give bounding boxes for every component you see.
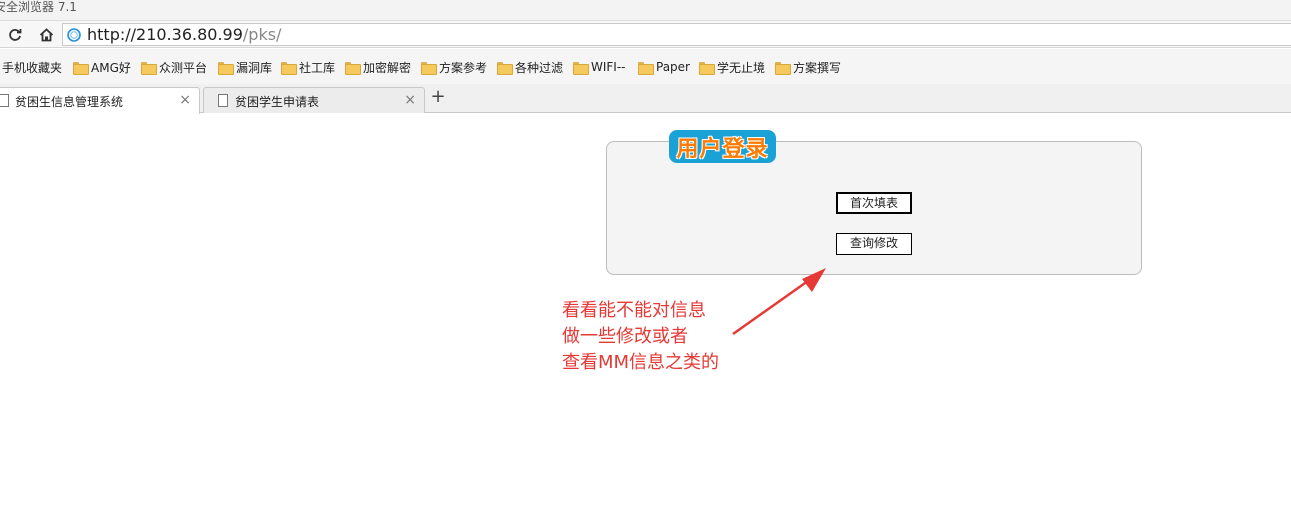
annotation-line: 看看能不能对信息	[562, 300, 706, 321]
annotation-line: 做一些修改或者	[562, 326, 688, 347]
annotation-text: 看看能不能对信息 做一些修改或者 查看MM信息之类的	[562, 298, 719, 376]
annotation-arrow	[732, 268, 826, 336]
annotation-line: 查看MM信息之类的	[562, 352, 720, 373]
